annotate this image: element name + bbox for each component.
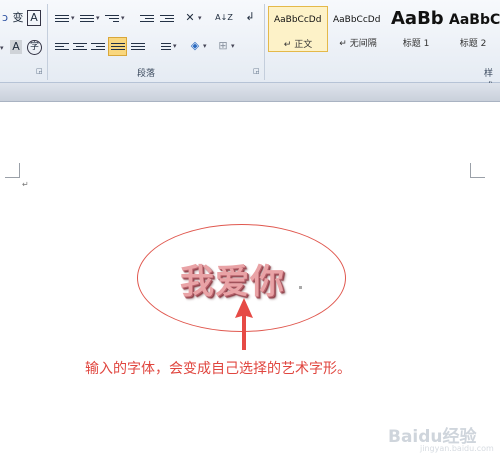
annotation-arrow <box>235 298 253 350</box>
arrow-head <box>235 298 253 350</box>
watermark-url: jingyan.baidu.com <box>420 444 494 453</box>
annotation-text: 输入的字体，会变成自己选择的艺术字形。 <box>85 361 351 377</box>
